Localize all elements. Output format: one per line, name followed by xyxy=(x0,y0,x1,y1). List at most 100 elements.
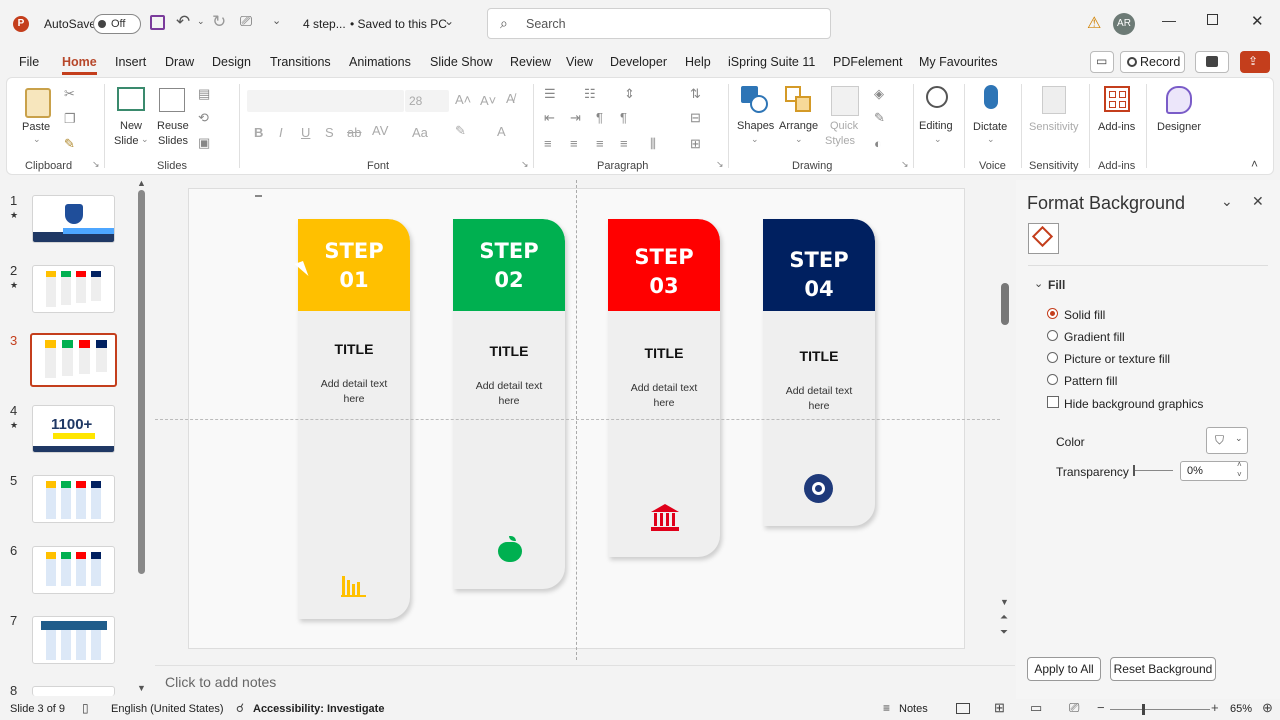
reuse-slides-icon[interactable] xyxy=(159,88,185,112)
collapse-ribbon-icon[interactable]: ˄ xyxy=(1251,157,1258,171)
solid-fill-radio[interactable] xyxy=(1047,308,1058,319)
sensitivity-label[interactable]: Sensitivity xyxy=(1029,121,1079,133)
new-slide-icon[interactable] xyxy=(117,87,145,111)
quick-styles-label-2[interactable]: Styles xyxy=(825,135,855,147)
document-title[interactable]: 4 step... xyxy=(303,17,346,31)
tab-pdfelement[interactable]: PDFelement xyxy=(833,55,902,69)
save-status[interactable]: • Saved to this PC xyxy=(350,17,447,31)
justify-icon[interactable]: ≡ xyxy=(620,136,628,151)
reuse-slides-label-1[interactable]: Reuse xyxy=(157,120,189,132)
reset-icon[interactable]: ⟲ xyxy=(198,110,209,126)
pattern-fill-label[interactable]: Pattern fill xyxy=(1064,374,1117,388)
layout-icon[interactable]: ▤ xyxy=(198,86,210,102)
record-button[interactable]: Record xyxy=(1120,51,1185,73)
picture-fill-label[interactable]: Picture or texture fill xyxy=(1064,352,1170,366)
underline-icon[interactable]: U xyxy=(301,125,310,140)
teams-button[interactable] xyxy=(1195,51,1229,73)
reset-background-button[interactable]: Reset Background xyxy=(1110,657,1216,681)
thumbnail-scrollbar[interactable] xyxy=(138,190,145,574)
smartart-icon[interactable]: ⊞ xyxy=(690,136,701,152)
increase-indent-icon[interactable]: ⇥ xyxy=(570,110,581,126)
reading-view-icon[interactable]: ▭ xyxy=(1030,700,1042,716)
zoom-in-icon[interactable]: + xyxy=(1211,700,1219,715)
scroll-down-icon[interactable]: ▼ xyxy=(1000,597,1009,607)
quick-styles-label-1[interactable]: Quick xyxy=(830,120,858,132)
slide-thumbnail-4[interactable]: 1100+ xyxy=(32,405,115,453)
pattern-fill-radio[interactable] xyxy=(1047,374,1058,385)
accessibility-label[interactable]: Accessibility: Investigate xyxy=(253,703,384,715)
font-name-box[interactable] xyxy=(247,90,404,112)
paragraph-launcher-icon[interactable]: ↘ xyxy=(716,159,724,170)
gradient-fill-label[interactable]: Gradient fill xyxy=(1064,330,1125,344)
step-card-2[interactable]: STEP 02 TITLE Add detail text here xyxy=(453,219,565,589)
avatar[interactable]: AR xyxy=(1113,13,1135,35)
rtl-icon[interactable]: ¶ xyxy=(596,110,603,125)
new-slide-label-2[interactable]: Slide xyxy=(114,135,138,147)
format-painter-icon[interactable]: ✎ xyxy=(64,136,75,152)
shape-outline-icon[interactable]: ✎ xyxy=(874,110,885,126)
arrange-dropdown-icon[interactable]: ⌄ xyxy=(795,134,803,145)
slide-thumbnail-6[interactable] xyxy=(32,546,115,594)
addins-icon[interactable] xyxy=(1104,86,1130,112)
shadow-icon[interactable]: S xyxy=(325,125,334,140)
shape-fill-icon[interactable]: ◈ xyxy=(874,86,884,102)
zoom-slider[interactable] xyxy=(1110,704,1210,715)
paste-button[interactable]: Paste xyxy=(22,121,50,133)
slide-thumbnail-3[interactable] xyxy=(30,333,117,387)
transparency-input[interactable]: 0% ˄ ˅ xyxy=(1180,460,1248,481)
customize-qat-icon[interactable]: ⌄ xyxy=(272,14,281,27)
slide-thumbnail-1[interactable] xyxy=(32,195,115,243)
gradient-fill-radio[interactable] xyxy=(1047,330,1058,341)
slide-thumbnail-2[interactable] xyxy=(32,265,115,313)
editing-label[interactable]: Editing xyxy=(919,120,953,132)
pane-close-icon[interactable]: ✕ xyxy=(1252,193,1264,210)
share-button[interactable]: ⇪ xyxy=(1240,51,1270,73)
dictate-icon[interactable] xyxy=(984,85,998,109)
reuse-slides-label-2[interactable]: Slides xyxy=(158,135,188,147)
transparency-slider[interactable] xyxy=(1133,465,1173,476)
fill-tab-button[interactable] xyxy=(1028,223,1059,254)
picture-fill-radio[interactable] xyxy=(1047,352,1058,363)
tab-help[interactable]: Help xyxy=(685,55,711,69)
save-icon[interactable] xyxy=(150,15,165,30)
step-card-3[interactable]: STEP 03 TITLE Add detail text here xyxy=(608,219,720,557)
slide-thumbnail-8[interactable] xyxy=(32,686,115,696)
slideshow-icon[interactable]: ⎚ xyxy=(1069,700,1079,716)
new-slide-dropdown-icon[interactable]: ⌄ xyxy=(141,134,149,145)
notes-icon[interactable]: ≡ xyxy=(883,701,890,715)
bullets-icon[interactable]: ☰ xyxy=(544,86,556,102)
font-size-box[interactable]: 28 xyxy=(405,90,449,112)
notes-area[interactable]: Click to add notes xyxy=(155,665,1015,697)
spin-up-icon[interactable]: ˄ xyxy=(1237,460,1242,469)
align-left-icon[interactable]: ≡ xyxy=(544,136,552,151)
scroll-down-icon[interactable]: ▼ xyxy=(137,683,146,693)
shapes-label[interactable]: Shapes xyxy=(737,120,774,132)
arrange-label[interactable]: Arrange xyxy=(779,120,818,132)
line-spacing-icon[interactable]: ⇕ xyxy=(624,86,635,102)
align-text-icon[interactable]: ⊟ xyxy=(690,110,701,126)
hide-graphics-label[interactable]: Hide background graphics xyxy=(1064,397,1203,411)
section-icon[interactable]: ▣ xyxy=(198,135,210,151)
notes-button[interactable]: Notes xyxy=(899,703,928,715)
paste-dropdown-icon[interactable]: ⌄ xyxy=(33,134,41,145)
solid-fill-label[interactable]: Solid fill xyxy=(1064,308,1105,322)
comments-button[interactable]: ▭ xyxy=(1090,51,1114,73)
numbering-icon[interactable]: ☷ xyxy=(584,86,596,102)
zoom-level[interactable]: 65% xyxy=(1230,703,1252,715)
new-slide-label-1[interactable]: New xyxy=(120,120,142,132)
quick-styles-icon[interactable] xyxy=(831,86,859,116)
next-slide-icon[interactable]: ⏷ xyxy=(1000,627,1008,638)
slide-sorter-icon[interactable]: ⊞ xyxy=(994,700,1005,716)
decrease-font-icon[interactable]: A˅ xyxy=(480,93,496,108)
designer-label[interactable]: Designer xyxy=(1157,121,1201,133)
close-icon[interactable]: ✕ xyxy=(1251,12,1264,30)
tab-my-favourites[interactable]: My Favourites xyxy=(919,55,998,69)
shapes-dropdown-icon[interactable]: ⌄ xyxy=(751,134,759,145)
previous-slide-icon[interactable]: ⏶ xyxy=(1000,612,1008,623)
font-launcher-icon[interactable]: ↘ xyxy=(521,159,529,170)
ltr-icon[interactable]: ¶ xyxy=(620,110,627,125)
font-color-icon[interactable]: A xyxy=(497,124,506,139)
text-direction-icon[interactable]: ⇅ xyxy=(690,86,701,102)
apply-to-all-button[interactable]: Apply to All xyxy=(1027,657,1101,681)
tab-draw[interactable]: Draw xyxy=(165,55,194,69)
